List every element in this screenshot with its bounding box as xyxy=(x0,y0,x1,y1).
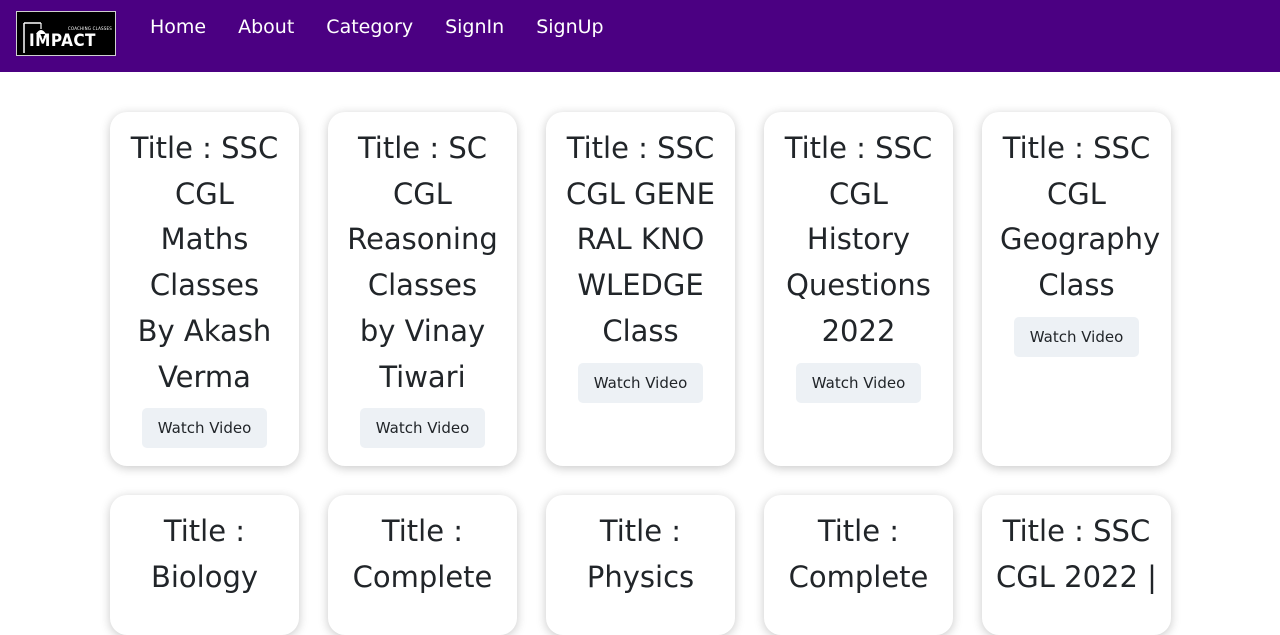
video-card: Title : SSC CGL GENERAL KNOWLEDGE Class … xyxy=(546,112,735,466)
video-card: Title : SSC CGL 2022 | xyxy=(982,495,1171,635)
nav-signin-link[interactable]: SignIn xyxy=(445,14,504,40)
video-card-title: Title : Complete xyxy=(788,514,929,594)
watch-video-button[interactable]: Watch Video xyxy=(795,362,922,403)
video-card: Title : Physics xyxy=(546,495,735,635)
video-card: Title : Biology xyxy=(110,495,299,635)
video-card-title: Title : Complete xyxy=(352,514,493,594)
nav-about-link[interactable]: About xyxy=(238,14,294,40)
video-card: Title : SSC CGL Geography Class Watch Vi… xyxy=(982,112,1171,466)
nav-category-link[interactable]: Category xyxy=(326,14,413,40)
video-card: Title : SSC CGL Maths Classes By Akash V… xyxy=(110,112,299,466)
watch-video-button[interactable]: Watch Video xyxy=(1013,316,1140,357)
video-card-title: Title : Biology xyxy=(150,514,259,594)
video-card: Title : SC CGL Reasoning Classes by Vina… xyxy=(328,112,517,466)
video-card-title: Title : SSC CGL Maths Classes By Akash V… xyxy=(130,131,279,394)
logo-text: IMPACT xyxy=(29,31,96,51)
video-card: Title : Complete xyxy=(764,495,953,635)
nav-links: Home About Category SignIn SignUp xyxy=(150,14,636,40)
video-card-title: Title : SSC CGL GENERAL KNOWLEDGE Class xyxy=(566,131,715,348)
watch-video-button[interactable]: Watch Video xyxy=(141,408,268,449)
site-logo[interactable]: COACHING CLASSES IMPACT xyxy=(16,11,116,56)
video-card-title: Title : SSC CGL Geography Class xyxy=(1000,131,1161,303)
video-card-title: Title : Physics xyxy=(586,514,695,594)
video-card: Title : SSC CGL History Questions 2022 W… xyxy=(764,112,953,466)
video-card-title: Title : SSC CGL History Questions 2022 xyxy=(784,131,933,348)
video-card-title: Title : SSC CGL 2022 | xyxy=(996,514,1157,594)
watch-video-button[interactable]: Watch Video xyxy=(577,362,704,403)
video-card-title: Title : SC CGL Reasoning Classes by Vina… xyxy=(347,131,498,394)
watch-video-button[interactable]: Watch Video xyxy=(359,408,486,449)
nav-home-link[interactable]: Home xyxy=(150,14,206,40)
video-card: Title : Complete xyxy=(328,495,517,635)
nav-signup-link[interactable]: SignUp xyxy=(536,14,603,40)
navbar: COACHING CLASSES IMPACT Home About Categ… xyxy=(0,0,1280,72)
